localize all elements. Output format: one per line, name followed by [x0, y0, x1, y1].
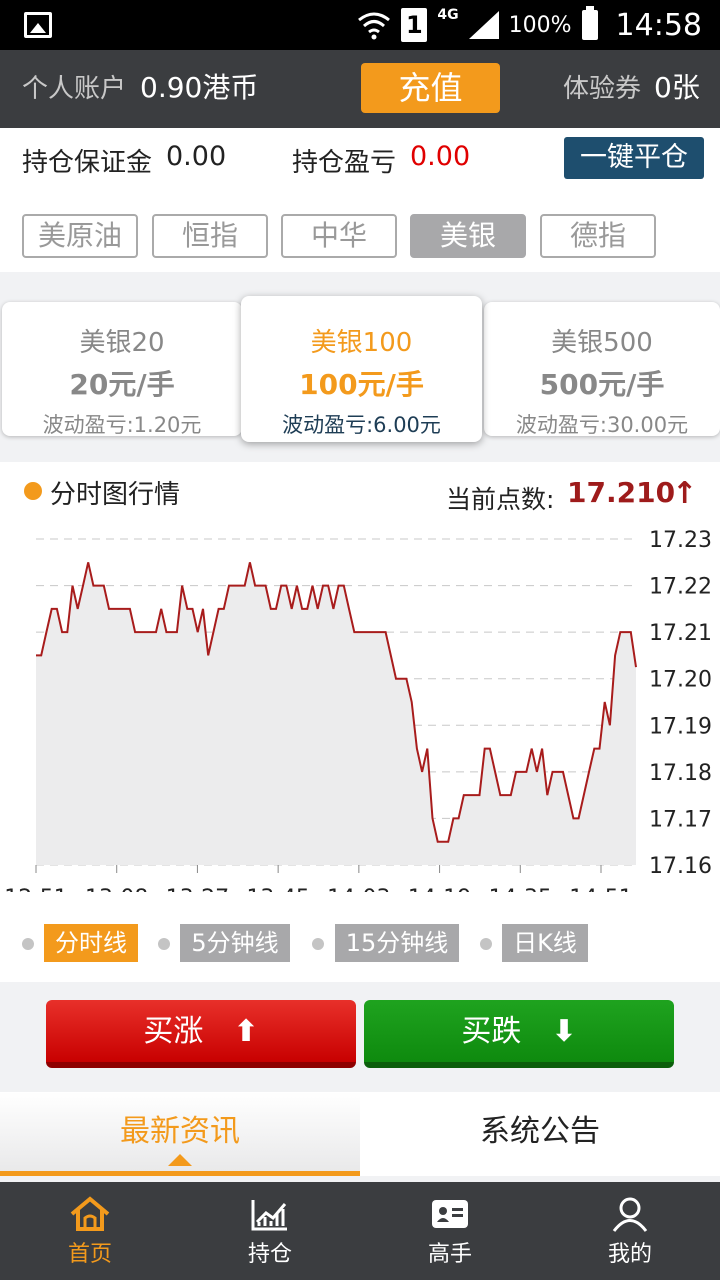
contract-name: 美银500: [551, 328, 653, 358]
x-tick-label: 13:08: [85, 886, 148, 892]
buy-down-button[interactable]: 买跌 ⬇: [364, 1000, 674, 1068]
period-tab-timeline[interactable]: 分时线: [44, 924, 138, 962]
y-tick-label: 17.17: [649, 807, 712, 832]
clock: 14:58: [615, 7, 702, 43]
buy-down-label: 买跌: [461, 1014, 522, 1049]
contract-card-100[interactable]: 美银100 100元/手 波动盈亏:6.00元: [241, 296, 482, 442]
tab-system-notice[interactable]: 系统公告: [360, 1092, 720, 1176]
period-tab-5min[interactable]: 5分钟线: [180, 924, 290, 962]
price-area: [36, 562, 636, 865]
period-tab-15min[interactable]: 15分钟线: [335, 924, 459, 962]
product-tabs: 美原油 恒指 中华 美银 德指: [0, 192, 720, 272]
pnl-label: 持仓盈亏: [292, 148, 397, 178]
x-tick-label: 14:35: [489, 886, 552, 892]
nav-label: 高手: [427, 1242, 472, 1267]
y-tick-label: 17.23: [649, 528, 712, 553]
nav-positions[interactable]: 持仓: [180, 1182, 360, 1280]
tab-crude-oil[interactable]: 美原油: [22, 214, 138, 258]
contract-price: 20元/手: [69, 368, 175, 401]
signal-icon: [468, 11, 499, 39]
battery-icon: [581, 6, 598, 40]
x-tick-label: 14:03: [327, 886, 390, 892]
id-card-icon: [432, 1200, 468, 1228]
arrow-down-icon: ⬇: [551, 1014, 577, 1049]
y-tick-label: 17.18: [649, 761, 712, 786]
coupon-label: 体验券: [563, 74, 642, 104]
chart-icon: [251, 1200, 287, 1231]
tab-china[interactable]: 中华: [281, 214, 397, 258]
chart-title: 分时图行情: [50, 480, 181, 510]
y-tick-label: 17.20: [649, 668, 712, 693]
user-icon: [612, 1197, 648, 1232]
x-tick-label: 13:45: [246, 886, 309, 892]
y-tick-label: 17.16: [649, 854, 712, 879]
contract-volatility: 波动盈亏:30.00元: [515, 413, 689, 437]
account-balance: 0.90港币: [140, 71, 259, 104]
current-price-label: 当前点数:: [446, 485, 555, 514]
tab-silver[interactable]: 美银: [410, 214, 526, 258]
nav-label: 首页: [67, 1242, 112, 1267]
status-bar: 1 4G 100% 14:58: [0, 0, 720, 50]
contract-name: 美银100: [310, 328, 413, 358]
home-icon: [70, 1196, 110, 1231]
recharge-button[interactable]: 充值: [361, 63, 500, 113]
bottom-nav: 首页 持仓 高手 我的: [0, 1182, 720, 1280]
x-tick-label: 14:19: [408, 886, 471, 892]
buy-up-label: 买涨: [143, 1014, 204, 1049]
account-label: 个人账户: [22, 74, 127, 104]
chart-panel: 分时图行情 当前点数: 17.210 ↑ 17.23 17.22 17.21 17.2…: [0, 462, 720, 982]
position-summary: 持仓保证金 0.00 持仓盈亏 0.00 一键平仓: [0, 128, 720, 192]
coupon-count: 0张: [654, 71, 700, 104]
y-tick-label: 17.22: [649, 575, 712, 600]
account-bar: 个人账户 0.90港币 充值 体验券 0张: [0, 50, 720, 128]
y-tick-label: 17.19: [649, 714, 712, 739]
gallery-notification-icon: [24, 12, 52, 38]
nav-home[interactable]: 首页: [0, 1182, 180, 1280]
arrow-up-icon: ⬆: [233, 1014, 259, 1049]
news-tabs: 最新资讯 系统公告: [0, 1092, 720, 1176]
battery-percent: 100%: [508, 12, 572, 38]
contract-name: 美银20: [79, 328, 165, 358]
contract-card-20[interactable]: 美银20 20元/手 波动盈亏:1.20元: [2, 302, 242, 437]
pnl-value: 0.00: [410, 141, 471, 172]
contract-volatility: 波动盈亏:1.20元: [42, 413, 202, 437]
period-dot: [22, 938, 34, 950]
nav-label: 持仓: [247, 1242, 292, 1267]
nav-label: 我的: [607, 1242, 652, 1267]
tab-hang-seng[interactable]: 恒指: [152, 214, 268, 258]
contract-volatility: 波动盈亏:6.00元: [282, 413, 441, 437]
intraday-chart[interactable]: 17.23 17.22 17.21 17.20 17.19 17.18 17.17 17.16…: [0, 522, 720, 892]
legend-dot-icon: [24, 482, 42, 500]
y-tick-label: 17.21: [649, 621, 712, 646]
network-type: 4G: [437, 7, 459, 23]
buy-up-button[interactable]: 买涨 ⬆: [46, 1000, 356, 1068]
tab-dax[interactable]: 德指: [540, 214, 656, 258]
sim-indicator: 1: [401, 8, 428, 42]
wifi-icon: [358, 12, 391, 40]
active-tab-caret-icon: [168, 1154, 192, 1166]
x-tick-label: 13:27: [166, 886, 229, 892]
period-dot: [312, 938, 324, 950]
x-tick-label: 12:51: [4, 886, 67, 892]
contract-price: 100元/手: [299, 368, 424, 401]
period-dot: [158, 938, 170, 950]
nav-experts[interactable]: 高手: [360, 1182, 540, 1280]
nav-me[interactable]: 我的: [540, 1182, 720, 1280]
contract-card-500[interactable]: 美银500 500元/手 波动盈亏:30.00元: [484, 302, 720, 437]
margin-label: 持仓保证金: [22, 148, 153, 178]
current-price-value: 17.210: [567, 476, 676, 509]
period-dot: [480, 938, 492, 950]
close-all-button[interactable]: 一键平仓: [564, 137, 704, 179]
x-tick-label: 14:51: [569, 886, 632, 892]
contract-price: 500元/手: [539, 368, 665, 401]
price-up-arrow-icon: ↑: [672, 476, 698, 511]
margin-value: 0.00: [166, 141, 227, 172]
period-tab-daily-k[interactable]: 日K线: [502, 924, 588, 962]
